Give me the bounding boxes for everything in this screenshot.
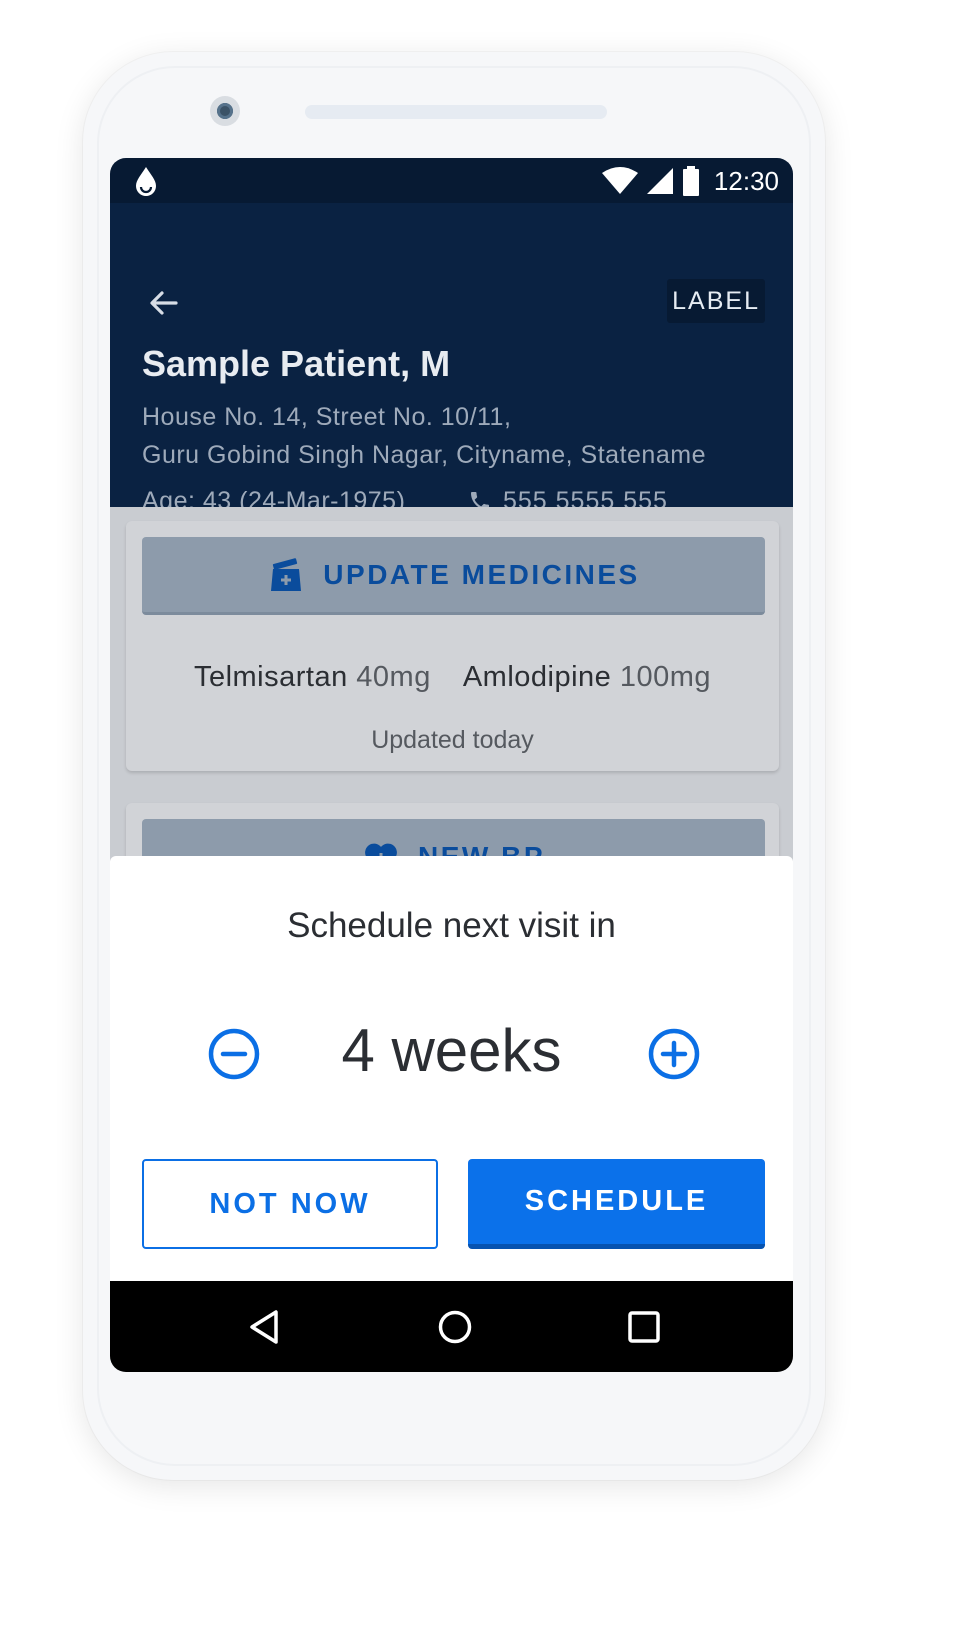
battery-icon [682,166,699,196]
sheet-title: Schedule next visit in [287,906,616,945]
medicine-name: Amlodipine [462,661,612,693]
front-camera [210,96,240,126]
address-line-2: Guru Gobind Singh Nagar, Cityname, State… [142,441,706,469]
minus-circle-icon[interactable] [206,1026,262,1082]
arrow-back-icon[interactable] [142,281,186,325]
address-line-1: House No. 14, Street No. 10/11, [142,403,512,431]
update-medicines-button[interactable]: UPDATE MEDICINES [142,537,765,615]
circle-home-icon[interactable] [436,1308,474,1346]
medicine-name: Telmisartan [193,661,348,693]
medicines-updated-text: Updated today [371,726,534,754]
square-recents-icon[interactable] [626,1309,662,1345]
medicine-list: Telmisartan 40mg Amlodipine 100mg [126,661,779,694]
schedule-visit-sheet: Schedule next visit in 4 weeks NOT NOW S… [110,856,793,1281]
plus-circle-icon[interactable] [646,1026,702,1082]
list-item: Telmisartan 40mg [194,661,431,694]
phone-screen: 12:30 LABEL Sample Patient, M House No. … [110,158,793,1372]
medicine-dose: 40mg [356,661,431,693]
navigation-bar [110,1281,793,1372]
medicine-dose: 100mg [619,661,712,693]
visit-interval-value: 4 weeks [341,1017,562,1084]
list-item: Amlodipine 100mg [463,661,711,694]
not-now-button[interactable]: NOT NOW [142,1159,438,1249]
medicines-card: UPDATE MEDICINES Telmisartan 40mg Amlodi… [126,521,779,771]
patient-header: LABEL Sample Patient, M House No. 14, St… [110,203,793,515]
patient-name: Sample Patient, M [142,343,451,384]
earpiece-speaker [305,105,607,119]
drop-icon [136,167,156,196]
signal-icon [646,168,673,194]
update-medicines-label: UPDATE MEDICINES [323,558,640,590]
medicine-bottle-icon [271,557,302,591]
triangle-back-icon[interactable] [246,1308,284,1346]
label-chip[interactable]: LABEL [667,279,765,323]
status-bar: 12:30 [110,158,793,203]
schedule-button[interactable]: SCHEDULE [468,1159,765,1249]
wifi-icon [601,167,638,194]
status-icons: 12:30 [601,164,779,198]
status-time: 12:30 [713,165,779,196]
